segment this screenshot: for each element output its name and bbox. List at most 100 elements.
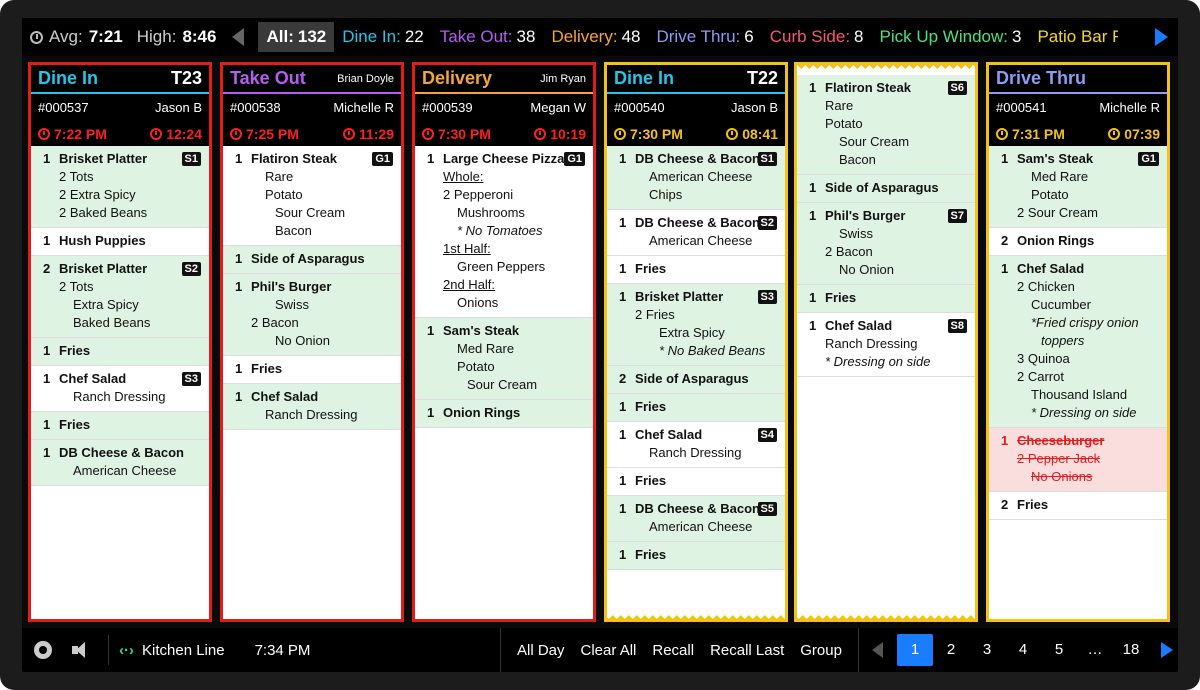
ticket-item[interactable]: S7 1 Phil's Burger Swiss 2 Bacon No Onion xyxy=(797,203,975,285)
filter-tab[interactable]: Take Out: 38 xyxy=(432,22,544,52)
ticket-item[interactable]: S2 1 DB Cheese & Bacon American Cheese xyxy=(607,210,785,256)
ticket-item[interactable]: 1 Onion Rings xyxy=(415,400,593,428)
ticket-item[interactable]: 1 Fries xyxy=(797,285,975,313)
item-qty: 2 xyxy=(59,187,70,202)
ticket-item[interactable]: 2 Onion Rings xyxy=(989,228,1167,256)
item-qty: 1 xyxy=(619,501,627,516)
filter-tab[interactable]: Pick Up Window: 3 xyxy=(872,22,1030,52)
torn-edge xyxy=(797,611,975,619)
page-4[interactable]: 4 xyxy=(1005,634,1041,666)
filter-label: Delivery: xyxy=(551,27,618,46)
ticket-item[interactable]: S4 1 Chef Salad Ranch Dressing xyxy=(607,422,785,468)
ticket-item[interactable]: S8 1 Chef Salad Ranch Dressing * Dressing on… xyxy=(797,313,975,377)
item-modifier: 1st Half: xyxy=(443,241,491,256)
ticket-item[interactable]: 1 Chef Salad Ranch Dressing xyxy=(223,384,401,430)
ticket-card[interactable]: Drive Thru #000541 Michelle R 7:31 PM 07:39 G… xyxy=(986,62,1170,622)
item-qty: 1 xyxy=(619,399,627,414)
ticket-item[interactable]: 1 Fries xyxy=(607,542,785,570)
seat-badge: S4 xyxy=(757,428,777,442)
page-prev-icon[interactable] xyxy=(872,642,883,658)
ticket-item[interactable]: 1 Sam's Steak Med Rare Potato Sour Cream xyxy=(415,318,593,400)
page-5[interactable]: 5 xyxy=(1041,634,1077,666)
item-modifier: American Cheese xyxy=(649,519,753,534)
item-qty: 2 xyxy=(1017,451,1028,466)
ticket-item[interactable]: 1 Side of Asparagus xyxy=(797,175,975,203)
pagination: 1 2 3 4 5 … 18 xyxy=(872,628,1173,672)
ticket-item[interactable]: G1 1 Sam's Steak Med Rare Potato 2 Sour Cream xyxy=(989,146,1167,228)
filter-tab[interactable]: Dine In: 22 xyxy=(334,22,432,52)
ticket-item[interactable]: S3 1 Chef Salad Ranch Dressing xyxy=(31,366,209,412)
page-1[interactable]: 1 xyxy=(897,634,933,666)
ticket-card[interactable]: Take Out Brian Doyle #000538 Michelle R 7:25… xyxy=(220,62,404,622)
ticket-item[interactable]: 1 Fries xyxy=(607,256,785,284)
ticket-item[interactable]: 1 Fries xyxy=(607,394,785,422)
page-3[interactable]: 3 xyxy=(969,634,1005,666)
ticket-item[interactable]: S5 1 DB Cheese & Bacon American Cheese xyxy=(607,496,785,542)
ticket-item[interactable]: 1 DB Cheese & Bacon American Cheese xyxy=(31,440,209,486)
item-modifier: 3 Quinoa xyxy=(1017,351,1070,366)
ticket-item[interactable]: 1 Fries xyxy=(31,412,209,440)
ticket-card[interactable]: Delivery Jim Ryan #000539 Megan W 7:30 PM 10:… xyxy=(412,62,596,622)
ticket-card[interactable]: S6 1 Flatiron Steak Rare Potato Sour Cream Bac… xyxy=(794,62,978,622)
item-modifier: American Cheese xyxy=(649,169,753,184)
order-time: 7:30 PM xyxy=(614,126,683,142)
timer-icon xyxy=(342,127,355,140)
item-modifier: 2 Pepperoni xyxy=(443,187,514,202)
ticket-item[interactable]: S6 1 Flatiron Steak Rare Potato Sour Cream Bac… xyxy=(797,75,975,175)
clear-all-button[interactable]: Clear All xyxy=(573,642,645,659)
recall-button[interactable]: Recall xyxy=(644,642,702,659)
ticket-item[interactable]: S2 2 Brisket Platter 2 Tots Extra Spicy Baked… xyxy=(31,256,209,338)
filter-tab[interactable]: Delivery: 48 xyxy=(543,22,648,52)
ticket-item[interactable]: 1 Fries xyxy=(223,356,401,384)
filter-scroll-right-icon[interactable] xyxy=(1155,28,1168,46)
filter-count: 38 xyxy=(516,27,536,46)
ticket-item[interactable]: 1 Hush Puppies xyxy=(31,228,209,256)
ticket-item[interactable]: G1 1 Large Cheese Pizza Whole: 2 Pepperoni Mu… xyxy=(415,146,593,318)
device-frame: Avg: 7:21 High: 8:46 All: 132 Dine In: 22 Ta… xyxy=(0,0,1200,690)
ticket-item[interactable]: 1 Cheeseburger 2 Pepper Jack No Onions xyxy=(989,428,1167,492)
filter-tab[interactable]: Curb Side: 8 xyxy=(762,22,872,52)
filter-tab[interactable]: Drive Thru: 6 xyxy=(648,22,761,52)
ticket-item[interactable]: S1 1 Brisket Platter 2 Tots 2 Extra Spicy 2 B… xyxy=(31,146,209,228)
item-modifier: 2nd Half: xyxy=(443,277,496,292)
torn-edge xyxy=(607,611,785,619)
ticket-card[interactable]: Dine In T23 #000537 Jason B 7:22 PM 12:24 S1 1 B… xyxy=(28,62,212,622)
ticket-item[interactable]: 1 Fries xyxy=(31,338,209,366)
filter-tab[interactable]: Patio Bar Rear:2 xyxy=(1029,22,1118,52)
filter-count: 48 xyxy=(621,27,641,46)
page-2[interactable]: 2 xyxy=(933,634,969,666)
item-name: 2 Fries xyxy=(1001,497,1049,512)
timer-icon xyxy=(726,127,739,140)
ticket-item[interactable]: 2 Fries xyxy=(989,492,1167,520)
all-day-button[interactable]: All Day xyxy=(509,642,573,659)
page-18[interactable]: 18 xyxy=(1113,634,1149,666)
item-qty: 2 xyxy=(59,205,70,220)
item-modifier: 2 Chicken xyxy=(1017,279,1075,294)
ticket-item[interactable]: S3 1 Brisket Platter 2 Fries Extra Spicy * No… xyxy=(607,284,785,366)
ticket-item[interactable]: 2 Side of Asparagus xyxy=(607,366,785,394)
speaker-icon[interactable] xyxy=(72,640,98,660)
ticket-item[interactable]: 1 Side of Asparagus xyxy=(223,246,401,274)
gear-icon[interactable] xyxy=(34,641,52,659)
ticket-item[interactable]: 1 Phil's Burger Swiss 2 Bacon No Onion xyxy=(223,274,401,356)
page-next-icon[interactable] xyxy=(1161,642,1173,658)
filter-tab[interactable]: All: 132 xyxy=(258,22,335,52)
ticket-item[interactable]: 1 Chef Salad 2 Chicken Cucumber *Fried crisp… xyxy=(989,256,1167,428)
filter-scroll-left-icon[interactable] xyxy=(232,28,245,46)
ticket-card[interactable]: Dine In T22 #000540 Jason B 7:30 PM 08:41 S1 1 D… xyxy=(604,62,788,622)
item-name: 2 Onion Rings xyxy=(1001,233,1095,248)
high-stat: High: 8:46 xyxy=(136,27,217,46)
item-name: 1 Brisket Platter xyxy=(43,151,148,166)
item-modifier: Ranch Dressing xyxy=(649,445,742,460)
item-name: 1 Fries xyxy=(619,261,667,276)
station-selector[interactable]: ‹·› Kitchen Line xyxy=(119,642,225,659)
item-qty: 1 xyxy=(43,151,51,166)
group-button[interactable]: Group xyxy=(792,642,850,659)
recall-last-button[interactable]: Recall Last xyxy=(702,642,792,659)
ticket-item[interactable]: G1 1 Flatiron Steak Rare Potato Sour Cream Bac… xyxy=(223,146,401,246)
item-qty: 1 xyxy=(809,80,817,95)
ticket-item[interactable]: S1 1 DB Cheese & Bacon American Cheese Chips xyxy=(607,146,785,210)
elapsed-time: 12:24 xyxy=(150,126,202,142)
item-name: 1 Chef Salad xyxy=(43,371,127,386)
ticket-item[interactable]: 1 Fries xyxy=(607,468,785,496)
